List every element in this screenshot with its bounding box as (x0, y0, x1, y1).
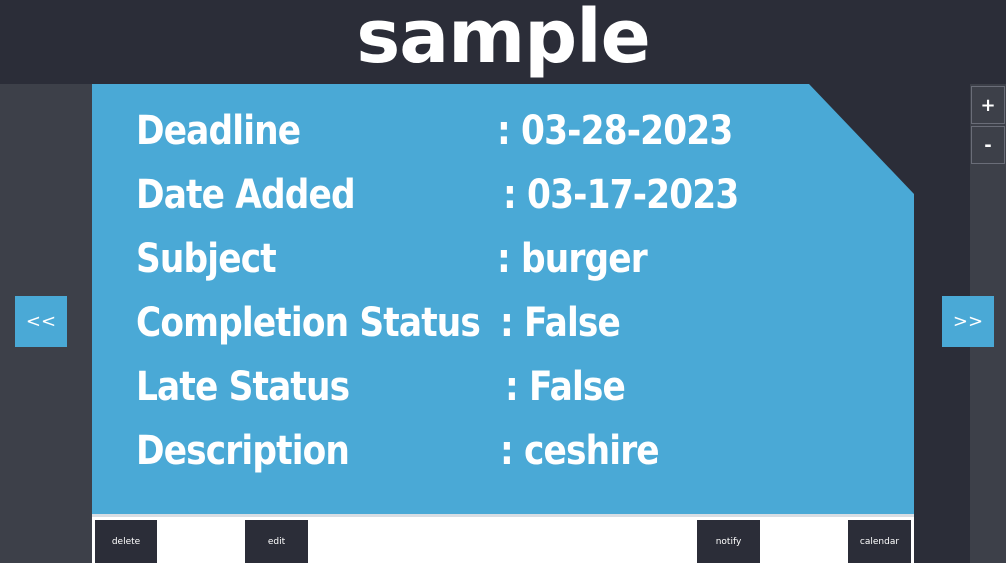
action-bar (92, 514, 914, 563)
date-added-label: Date Added (136, 172, 356, 218)
prev-button[interactable]: << (15, 296, 67, 347)
deadline-label: Deadline (136, 108, 301, 154)
task-card: Deadline : 03-28-2023 Date Added : 03-17… (92, 84, 914, 514)
completion-status-value: : False (500, 300, 621, 346)
notify-button[interactable]: notify (697, 520, 760, 563)
date-added-value: : 03-17-2023 (503, 172, 739, 218)
page-title: sample (356, 0, 651, 80)
description-value: : ceshire (500, 428, 660, 474)
calendar-button[interactable]: calendar (848, 520, 911, 563)
description-label: Description (136, 428, 350, 474)
subject-value: : burger (497, 236, 648, 282)
late-status-value: : False (505, 364, 626, 410)
subject-label: Subject (136, 236, 277, 282)
delete-button[interactable]: delete (95, 520, 157, 563)
late-status-label: Late Status (136, 364, 350, 410)
edit-button[interactable]: edit (245, 520, 308, 563)
deadline-value: : 03-28-2023 (497, 108, 733, 154)
zoom-out-button[interactable]: - (971, 126, 1005, 164)
zoom-in-button[interactable]: + (971, 86, 1005, 124)
header: sample (0, 0, 1006, 84)
next-button[interactable]: >> (942, 296, 994, 347)
completion-status-label: Completion Status (136, 300, 481, 346)
